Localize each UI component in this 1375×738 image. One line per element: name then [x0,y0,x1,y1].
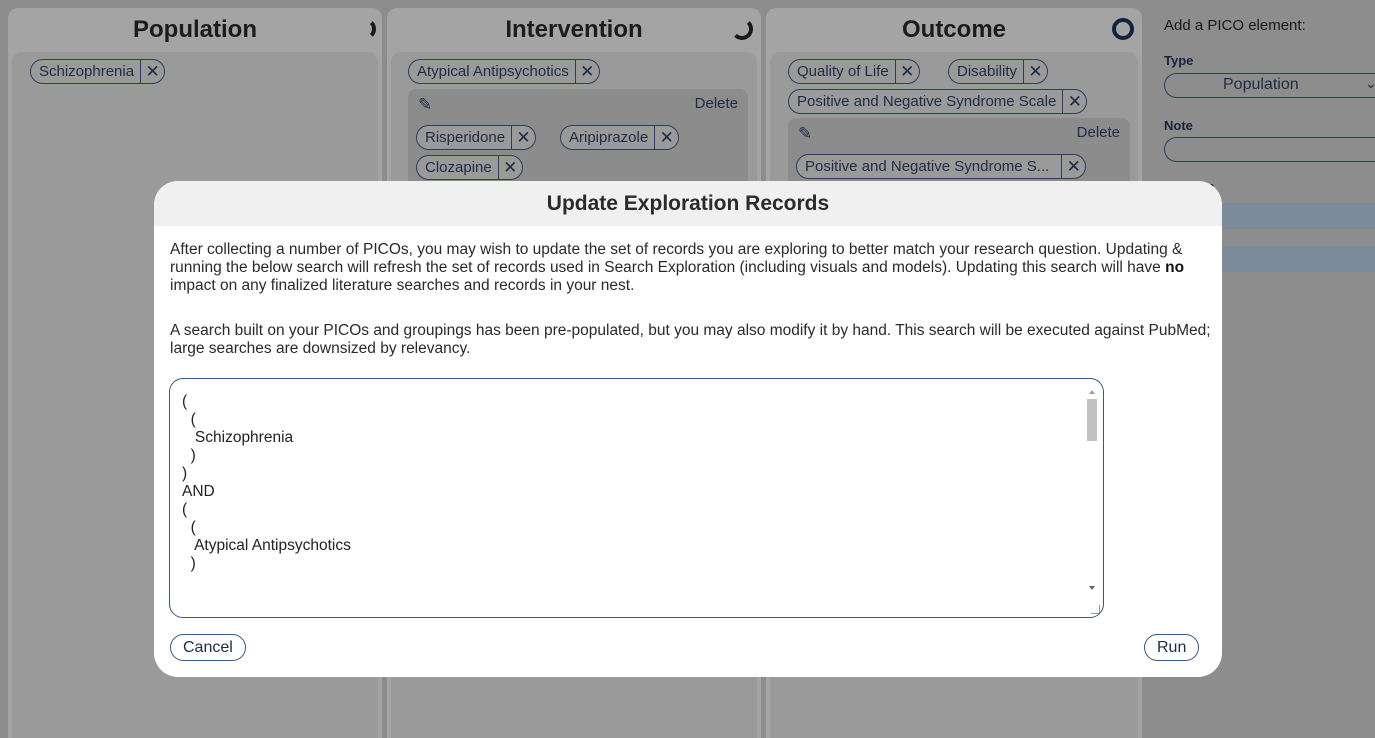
chip-label: Quality of Life [797,63,889,80]
search-query-textarea[interactable]: ( ( Schizophrenia ) ) AND ( ( Atypical A… [169,378,1104,618]
chip-quality-of-life[interactable]: Quality of Life ✕ [788,59,920,84]
chip-label: Disability [957,63,1018,80]
close-x-icon[interactable]: ✕ [654,126,678,149]
close-x-icon[interactable]: ✕ [1062,90,1086,113]
modal-description: After collecting a number of PICOs, you … [170,241,1215,295]
scroll-down-icon[interactable] [1089,586,1095,590]
description-part-1: After collecting a number of PICOs, you … [170,241,1183,276]
close-x-icon[interactable]: ✕ [1061,155,1085,178]
chip-schizophrenia[interactable]: Schizophrenia ✕ [30,59,166,84]
intervention-title: Intervention [505,16,643,43]
close-x-icon[interactable]: ✕ [140,60,164,83]
chip-aripiprazole[interactable]: Aripiprazole ✕ [560,125,680,150]
delete-group-button[interactable]: Delete [695,95,738,112]
outcome-title: Outcome [901,16,1006,43]
cancel-button[interactable]: Cancel [170,634,246,661]
update-exploration-modal: Update Exploration Records After collect… [154,181,1222,677]
delete-group-button[interactable]: Delete [1077,124,1120,141]
chip-disability[interactable]: Disability ✕ [948,59,1049,84]
scrollbar-thumb[interactable] [1087,399,1097,441]
chip-label: Atypical Antipsychotics [417,63,569,80]
resize-handle-icon[interactable] [1091,605,1100,614]
chip-panss[interactable]: Positive and Negative Syndrome Scale ✕ [788,89,1088,114]
chevron-down-icon: ⌄ [1365,75,1375,91]
group-header: ✎ Delete [418,95,738,115]
type-select[interactable]: Population ⌄ [1164,73,1375,98]
note-input[interactable] [1164,137,1375,162]
chip-risperidone[interactable]: Risperidone ✕ [416,125,537,150]
close-x-icon[interactable]: ✕ [574,60,599,83]
description-part-2: impact on any finalized literature searc… [170,277,635,294]
spinner-icon [731,18,753,40]
chip-panss-truncated[interactable]: Positive and Negative Syndrome S... ✕ [796,154,1087,179]
spinner-icon [1112,18,1134,40]
chip-atypical-antipsychotics[interactable]: Atypical Antipsychotics ✕ [408,59,600,84]
sidebar-heading: Add a PICO element: [1164,17,1306,34]
close-x-icon[interactable]: ✕ [497,156,522,179]
chip-label: Clozapine [425,159,492,176]
outcome-group: ✎ Delete Positive and Negative Syndrome … [788,118,1130,188]
pencil-icon[interactable]: ✎ [418,95,432,114]
intervention-group: ✎ Delete Risperidone ✕ Aripiprazole ✕ Cl… [408,89,748,189]
scrollbar[interactable] [1086,387,1098,611]
close-x-icon[interactable]: ✕ [511,126,535,149]
note-label: Note [1164,118,1193,133]
chip-label: Risperidone [425,129,506,146]
chip-label: Positive and Negative Syndrome Scale [797,93,1057,110]
modal-note: A search built on your PICOs and groupin… [170,322,1211,357]
chip-label: Aripiprazole [569,129,649,146]
type-label: Type [1164,53,1194,68]
spinner-icon [354,18,376,40]
description-emphasis: no [1165,259,1185,276]
chip-label: Positive and Negative Syndrome S... [805,158,1050,175]
population-title: Population [133,16,257,43]
modal-title: Update Exploration Records [154,181,1222,226]
chip-clozapine[interactable]: Clozapine ✕ [416,155,523,180]
close-x-icon[interactable]: ✕ [894,60,919,83]
close-x-icon[interactable]: ✕ [1023,60,1047,83]
chip-label: Schizophrenia [39,63,135,80]
run-button[interactable]: Run [1144,634,1200,661]
pencil-icon[interactable]: ✎ [798,124,812,143]
type-select-value: Population [1223,76,1299,93]
group-header: ✎ Delete [798,124,1120,144]
search-query-text[interactable]: ( ( Schizophrenia ) ) AND ( ( Atypical A… [182,393,1079,573]
scroll-up-icon[interactable] [1089,390,1095,394]
